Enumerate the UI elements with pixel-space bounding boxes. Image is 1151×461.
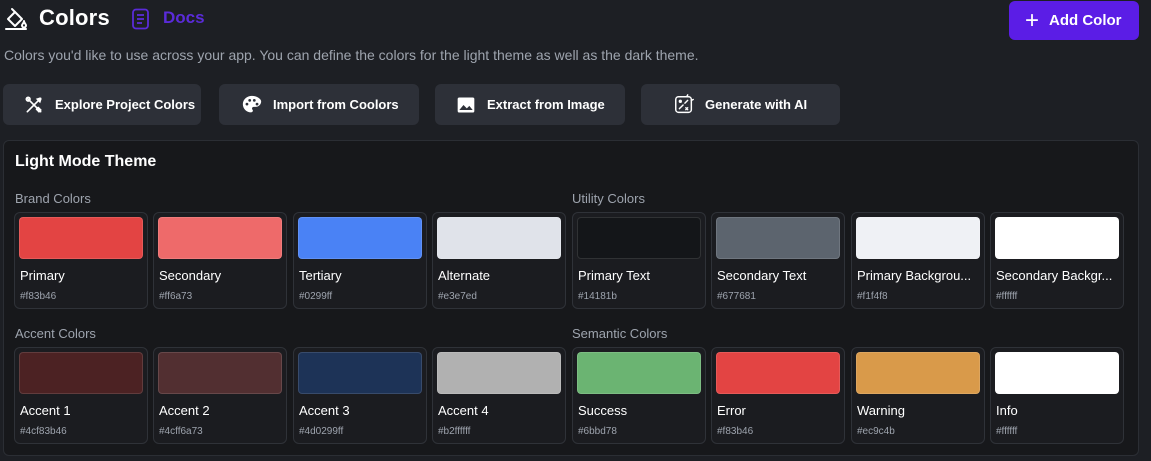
color-hex: #ffffff	[996, 291, 1018, 302]
color-name: Accent 2	[159, 403, 210, 418]
action-label: Generate with AI	[705, 97, 808, 112]
color-swatch[interactable]	[577, 352, 701, 394]
palette-icon	[242, 95, 262, 112]
color-card-semantic[interactable]: Error #f83b46	[711, 347, 845, 444]
extract-from-image-button[interactable]: Extract from Image	[435, 84, 625, 125]
color-card-utility[interactable]: Primary Backgrou... #f1f4f8	[851, 212, 985, 309]
color-name: Tertiary	[299, 268, 342, 283]
color-card-semantic[interactable]: Success #6bbd78	[572, 347, 706, 444]
semantic-colors-label: Semantic Colors	[572, 326, 668, 341]
color-hex: #e3e7ed	[438, 291, 477, 302]
color-hex: #f83b46	[717, 426, 754, 437]
color-swatch[interactable]	[298, 217, 422, 259]
color-card-accent[interactable]: Accent 4 #b2ffffff	[432, 347, 566, 444]
action-label: Extract from Image	[487, 97, 605, 112]
color-name: Primary Backgrou...	[857, 268, 972, 283]
color-swatch[interactable]	[995, 217, 1119, 259]
action-label: Import from Coolors	[273, 97, 399, 112]
color-name: Info	[996, 403, 1018, 418]
color-name: Primary	[20, 268, 65, 283]
color-hex: #6bbd78	[578, 426, 617, 437]
color-swatch[interactable]	[577, 217, 701, 259]
color-name: Accent 1	[20, 403, 71, 418]
tools-icon	[25, 95, 42, 113]
color-swatch[interactable]	[995, 352, 1119, 394]
paint-bucket-icon	[5, 8, 27, 30]
brand-colors-label: Brand Colors	[15, 191, 91, 206]
action-label: Explore Project Colors	[55, 97, 196, 112]
color-swatch[interactable]	[158, 217, 282, 259]
color-card-brand[interactable]: Alternate #e3e7ed	[432, 212, 566, 309]
color-name: Secondary Backgr...	[996, 268, 1113, 283]
light-mode-theme-panel: Light Mode Theme Brand Colors Utility Co…	[3, 140, 1139, 456]
color-swatch[interactable]	[158, 352, 282, 394]
docs-link[interactable]: Docs	[163, 8, 205, 28]
color-swatch[interactable]	[716, 217, 840, 259]
page-title: Colors	[39, 5, 110, 30]
color-swatch[interactable]	[298, 352, 422, 394]
image-icon	[457, 97, 475, 112]
page-subtitle: Colors you'd like to use across your app…	[4, 47, 699, 63]
color-card-brand[interactable]: Secondary #ff6a73	[153, 212, 287, 309]
color-hex: #ffffff	[996, 426, 1018, 437]
accent-colors-label: Accent Colors	[15, 326, 96, 341]
color-swatch[interactable]	[19, 217, 143, 259]
page-header: Colors Docs + Add Color	[0, 0, 1151, 40]
color-card-brand[interactable]: Primary #f83b46	[14, 212, 148, 309]
add-color-button[interactable]: + Add Color	[1009, 1, 1139, 40]
color-hex: #0299ff	[299, 291, 333, 302]
color-name: Accent 3	[299, 403, 350, 418]
color-hex: #4cf83b46	[20, 426, 67, 437]
color-swatch[interactable]	[716, 352, 840, 394]
color-hex: #4d0299ff	[299, 426, 344, 437]
color-hex: #4cff6a73	[159, 426, 203, 437]
color-hex: #ec9c4b	[857, 426, 895, 437]
import-from-coolors-button[interactable]: Import from Coolors	[219, 84, 419, 125]
color-name: Alternate	[438, 268, 491, 283]
utility-colors-label: Utility Colors	[572, 191, 645, 206]
color-name: Secondary Text	[717, 268, 807, 283]
color-swatch[interactable]	[19, 352, 143, 394]
color-hex: #f83b46	[20, 291, 57, 302]
color-swatch[interactable]	[437, 352, 561, 394]
color-card-utility[interactable]: Primary Text #14181b	[572, 212, 706, 309]
color-name: Secondary	[159, 268, 222, 283]
color-name: Primary Text	[578, 268, 650, 283]
color-card-accent[interactable]: Accent 1 #4cf83b46	[14, 347, 148, 444]
color-swatch[interactable]	[856, 217, 980, 259]
color-name: Error	[717, 403, 746, 418]
color-card-accent[interactable]: Accent 2 #4cff6a73	[153, 347, 287, 444]
explore-project-colors-button[interactable]: Explore Project Colors	[3, 84, 201, 125]
plus-icon: +	[1025, 6, 1040, 34]
panel-title: Light Mode Theme	[15, 153, 157, 170]
color-name: Warning	[857, 403, 905, 418]
docs-icon[interactable]	[131, 8, 151, 30]
color-hex: #b2ffffff	[438, 426, 471, 437]
color-card-utility[interactable]: Secondary Text #677681	[711, 212, 845, 309]
generate-with-ai-button[interactable]: Generate with AI	[641, 84, 840, 125]
color-swatch[interactable]	[437, 217, 561, 259]
color-card-accent[interactable]: Accent 3 #4d0299ff	[293, 347, 427, 444]
color-name: Accent 4	[438, 403, 489, 418]
color-swatch[interactable]	[856, 352, 980, 394]
color-card-brand[interactable]: Tertiary #0299ff	[293, 212, 427, 309]
color-hex: #14181b	[578, 291, 617, 302]
color-card-semantic[interactable]: Info #ffffff	[990, 347, 1124, 444]
color-name: Success	[578, 403, 628, 418]
color-card-semantic[interactable]: Warning #ec9c4b	[851, 347, 985, 444]
add-color-label: Add Color	[1049, 12, 1122, 29]
color-card-utility[interactable]: Secondary Backgr... #ffffff	[990, 212, 1124, 309]
color-hex: #ff6a73	[159, 291, 193, 302]
color-hex: #677681	[717, 291, 756, 302]
ai-sparkle-icon	[675, 93, 694, 113]
color-hex: #f1f4f8	[857, 291, 888, 302]
